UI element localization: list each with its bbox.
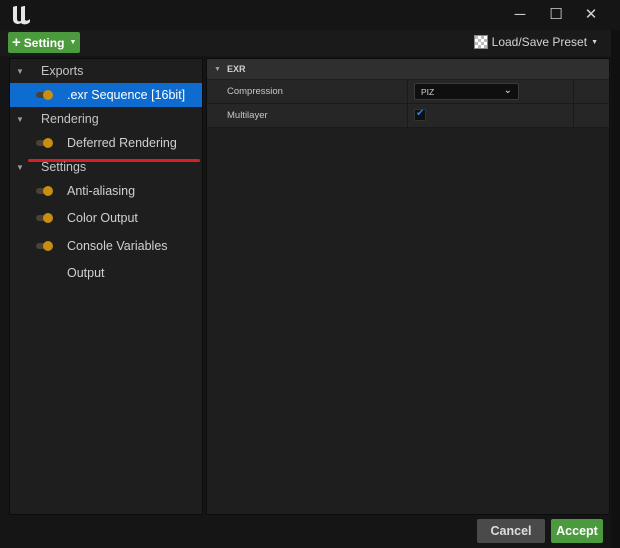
tree-item-label: Console Variables <box>67 239 168 253</box>
preset-icon <box>473 35 488 49</box>
window-edge <box>611 30 620 548</box>
section-label: Exports <box>41 64 84 78</box>
multilayer-checkbox[interactable]: ✔ <box>414 108 426 121</box>
expand-arrow-icon[interactable]: ▼ <box>16 115 24 124</box>
add-setting-label: Setting <box>23 35 65 50</box>
tree-item-output[interactable]: Output <box>10 261 202 285</box>
dropdown-value: PIZ <box>421 87 435 97</box>
details-panel: ▼ EXR Compression PIZ ⌄ Multilayer ✔ <box>206 58 610 515</box>
tree-item-label: Anti-aliasing <box>67 184 136 198</box>
expand-arrow-icon[interactable]: ▼ <box>214 66 221 73</box>
close-button[interactable]: ✕ <box>581 5 601 25</box>
checkmark-icon: ✔ <box>416 108 425 119</box>
section-label: Settings <box>41 160 87 174</box>
section-label: Rendering <box>41 112 99 126</box>
enable-toggle[interactable] <box>36 186 54 196</box>
section-rendering[interactable]: ▼ Rendering <box>10 107 202 131</box>
tree-item-label: .exr Sequence [16bit] <box>67 88 186 102</box>
property-name: Compression <box>227 86 283 97</box>
section-settings[interactable]: ▼ Settings <box>10 155 202 179</box>
section-exports[interactable]: ▼ Exports <box>10 59 202 83</box>
category-label: EXR <box>226 64 246 74</box>
tree-item-anti-aliasing[interactable]: Anti-aliasing <box>10 179 202 203</box>
caret-down-icon: ▼ <box>591 38 598 46</box>
tree-item-label: Deferred Rendering <box>67 136 177 150</box>
enable-toggle[interactable] <box>36 138 54 148</box>
unreal-logo-icon <box>13 6 30 25</box>
compression-dropdown[interactable]: PIZ ⌄ <box>414 83 519 100</box>
tree-item-exr-sequence[interactable]: .exr Sequence [16bit] <box>10 83 202 107</box>
tree-item-color-output[interactable]: Color Output <box>10 206 202 230</box>
cancel-button[interactable]: Cancel <box>477 519 545 543</box>
property-row-compression: Compression PIZ ⌄ <box>207 80 609 104</box>
preset-label: Load/Save Preset <box>491 35 588 49</box>
chevron-down-icon: ⌄ <box>503 85 512 96</box>
title-bar: ─ ☐ ✕ <box>0 0 620 30</box>
add-setting-button[interactable]: + Setting ▼ <box>8 32 80 53</box>
minimize-button[interactable]: ─ <box>510 5 530 25</box>
caret-down-icon: ▼ <box>69 39 77 46</box>
category-header-exr[interactable]: ▼ EXR <box>207 59 609 79</box>
property-row-multilayer: Multilayer ✔ <box>207 104 609 128</box>
toolbar: + Setting ▼ Load/Save Preset ▼ <box>0 30 620 56</box>
enable-toggle[interactable] <box>36 241 54 251</box>
tree-item-label: Output <box>67 266 105 280</box>
expand-arrow-icon[interactable]: ▼ <box>16 163 24 172</box>
accept-button[interactable]: Accept <box>551 519 603 543</box>
settings-tree: ▼ Exports .exr Sequence [16bit] ▼ Render… <box>9 58 203 515</box>
plus-icon: + <box>12 34 21 51</box>
expand-arrow-icon[interactable]: ▼ <box>16 67 24 76</box>
tree-item-deferred-rendering[interactable]: Deferred Rendering <box>10 131 202 155</box>
property-name: Multilayer <box>227 110 268 121</box>
enable-toggle[interactable] <box>36 213 54 223</box>
tree-item-console-variables[interactable]: Console Variables <box>10 234 202 258</box>
maximize-button[interactable]: ☐ <box>546 5 566 25</box>
load-save-preset-button[interactable]: Load/Save Preset ▼ <box>473 35 598 49</box>
tree-item-label: Color Output <box>67 211 138 225</box>
enable-toggle[interactable] <box>36 90 54 100</box>
